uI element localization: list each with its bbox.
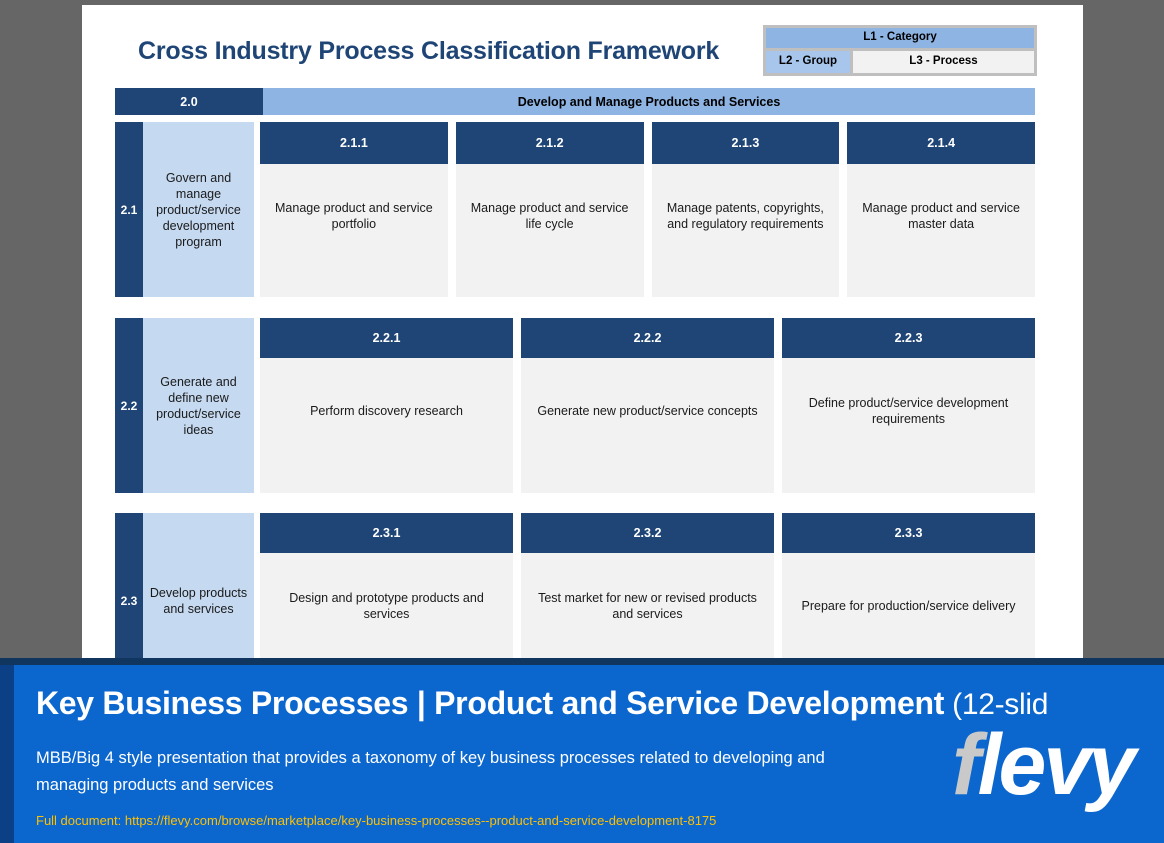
banner-left-stripe — [0, 665, 14, 843]
slide-canvas: Cross Industry Process Classification Fr… — [82, 5, 1083, 661]
process-number: 2.1.2 — [455, 122, 644, 164]
banner-title: Key Business Processes | Product and Ser… — [36, 685, 1048, 722]
legend-row-l1: L1 - Category — [766, 28, 1034, 48]
process-card[interactable]: 2.3.1 Design and prototype products and … — [260, 513, 513, 661]
process-card[interactable]: 2.1.3 Manage patents, copyrights, and re… — [651, 122, 840, 297]
group-number: 2.2 — [115, 318, 143, 493]
legend-item-l2-group: L2 - Group — [766, 51, 850, 73]
group-row: 2.1 Govern and manage product/service de… — [115, 122, 1035, 297]
legend: L1 - Category L2 - Group L3 - Process — [763, 25, 1037, 76]
process-number: 2.3.1 — [260, 513, 513, 553]
process-name: Generate new product/service concepts — [537, 403, 758, 418]
process-card[interactable]: 2.2.1 Perform discovery research — [260, 318, 513, 493]
page-title: Cross Industry Process Classification Fr… — [138, 37, 720, 65]
group-row: 2.3 Develop products and services 2.3.1 … — [115, 513, 1035, 661]
process-number: 2.3.2 — [521, 513, 774, 553]
process-card[interactable]: 2.1.2 Manage product and service life cy… — [455, 122, 644, 297]
process-card[interactable]: 2.2.3 Define product/service development… — [782, 318, 1035, 493]
group-name: Govern and manage product/service develo… — [143, 122, 254, 297]
group-number: 2.1 — [115, 122, 143, 297]
process-number: 2.1.4 — [847, 122, 1035, 164]
process-name: Manage product and service life cycle — [470, 200, 629, 231]
category-bar: 2.0 Develop and Manage Products and Serv… — [115, 88, 1035, 115]
process-list: 2.2.1 Perform discovery research 2.2.2 G… — [260, 318, 1035, 493]
process-card[interactable]: 2.1.1 Manage product and service portfol… — [260, 122, 448, 297]
process-name: Design and prototype products and servic… — [289, 590, 484, 621]
process-number: 2.2.2 — [521, 318, 774, 358]
process-name: Perform discovery research — [310, 403, 463, 418]
process-name: Manage patents, copyrights, and regulato… — [666, 200, 824, 231]
legend-item-l3-process: L3 - Process — [853, 51, 1034, 73]
screenshot-root: Cross Industry Process Classification Fr… — [0, 0, 1164, 843]
flevy-logo-f: f — [952, 717, 981, 813]
flevy-logo: flevy — [952, 722, 1136, 808]
process-name: Manage product and service portfolio — [275, 200, 433, 231]
process-name: Manage product and service master data — [862, 200, 1020, 231]
banner-document-link[interactable]: Full document: https://flevy.com/browse/… — [36, 813, 716, 828]
process-number: 2.3.3 — [782, 513, 1035, 553]
process-name: Prepare for production/service delivery — [801, 598, 1016, 613]
process-name: Define product/service development requi… — [808, 395, 1009, 426]
banner-title-main: Key Business Processes | Product and Ser… — [36, 685, 945, 721]
flevy-logo-levy: levy — [977, 717, 1136, 813]
banner-top-edge — [0, 658, 1164, 665]
legend-item-l1-category: L1 - Category — [766, 28, 1034, 48]
process-list: 2.1.1 Manage product and service portfol… — [260, 122, 1035, 297]
process-card[interactable]: 2.2.2 Generate new product/service conce… — [521, 318, 774, 493]
process-list: 2.3.1 Design and prototype products and … — [260, 513, 1035, 661]
group-name: Develop products and services — [143, 513, 254, 661]
group-number: 2.3 — [115, 513, 143, 661]
banner-subtitle: MBB/Big 4 style presentation that provid… — [36, 749, 825, 794]
group-row: 2.2 Generate and define new product/serv… — [115, 318, 1035, 493]
group-name: Generate and define new product/service … — [143, 318, 254, 493]
process-number: 2.2.3 — [782, 318, 1035, 358]
process-number: 2.2.1 — [260, 318, 513, 358]
legend-row-l2-l3: L2 - Group L3 - Process — [766, 51, 1034, 73]
process-number: 2.1.1 — [260, 122, 448, 164]
process-card[interactable]: 2.1.4 Manage product and service master … — [847, 122, 1035, 297]
category-number: 2.0 — [115, 88, 263, 115]
process-name: Test market for new or revised products … — [538, 590, 757, 621]
process-card[interactable]: 2.3.3 Prepare for production/service del… — [782, 513, 1035, 661]
process-number: 2.1.3 — [651, 122, 840, 164]
process-card[interactable]: 2.3.2 Test market for new or revised pro… — [521, 513, 774, 661]
category-name: Develop and Manage Products and Services — [263, 88, 1035, 115]
